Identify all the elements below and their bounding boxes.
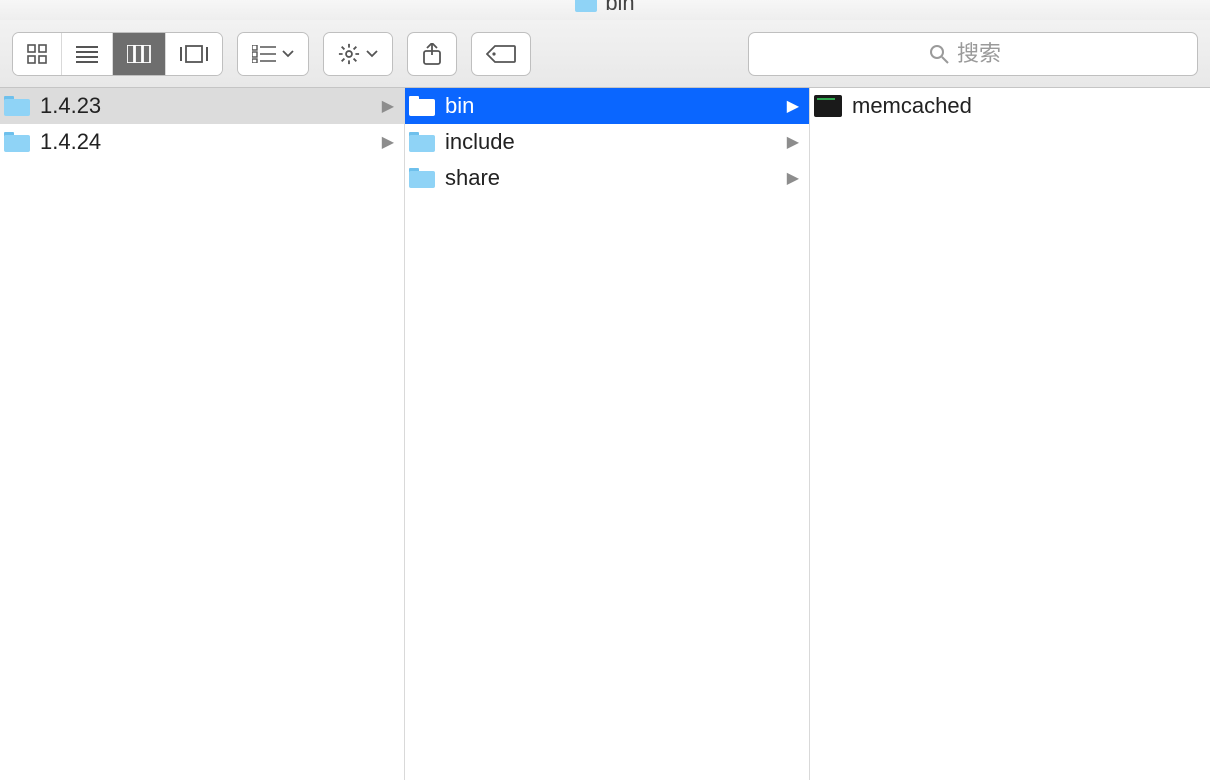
- column-0[interactable]: 1.4.23 ▶ 1.4.24 ▶: [0, 88, 405, 780]
- item-label: include: [445, 129, 777, 155]
- toolbar: [0, 20, 1210, 88]
- folder-icon: [4, 132, 30, 152]
- folder-row[interactable]: bin ▶: [405, 88, 809, 124]
- chevron-right-icon: ▶: [787, 132, 799, 152]
- item-label: 1.4.24: [40, 129, 372, 155]
- folder-row[interactable]: 1.4.24 ▶: [0, 124, 404, 160]
- chevron-right-icon: ▶: [787, 96, 799, 116]
- folder-icon: [409, 168, 435, 188]
- item-label: share: [445, 165, 777, 191]
- tags-button[interactable]: [471, 32, 531, 76]
- search-field[interactable]: [748, 32, 1198, 76]
- chevron-down-icon: [366, 50, 378, 58]
- grid-icon: [27, 44, 47, 64]
- icon-view-button[interactable]: [13, 33, 62, 75]
- item-label: bin: [445, 93, 777, 119]
- terminal-icon: [814, 95, 842, 117]
- coverflow-view-button[interactable]: [166, 33, 222, 75]
- item-label: memcached: [852, 93, 1200, 119]
- folder-row[interactable]: 1.4.23 ▶: [0, 88, 404, 124]
- list-icon: [76, 45, 98, 63]
- gear-icon: [338, 43, 360, 65]
- folder-icon: [575, 0, 597, 12]
- view-mode-group: [12, 32, 223, 76]
- column-view-button[interactable]: [113, 33, 166, 75]
- chevron-down-icon: [282, 50, 294, 58]
- folder-icon: [409, 132, 435, 152]
- tag-icon: [486, 44, 516, 64]
- action-button[interactable]: [324, 33, 392, 75]
- action-group: [323, 32, 393, 76]
- chevron-right-icon: ▶: [382, 132, 394, 152]
- share-button[interactable]: [407, 32, 457, 76]
- search-input[interactable]: [957, 41, 1017, 67]
- share-icon: [422, 43, 442, 65]
- column-1[interactable]: bin ▶ include ▶ share ▶: [405, 88, 810, 780]
- chevron-right-icon: ▶: [382, 96, 394, 116]
- file-row[interactable]: memcached: [810, 88, 1210, 124]
- list-view-button[interactable]: [62, 33, 113, 75]
- item-label: 1.4.23: [40, 93, 372, 119]
- arrange-button[interactable]: [238, 33, 308, 75]
- titlebar: bin: [0, 0, 1210, 20]
- arrange-group: [237, 32, 309, 76]
- window-title-text: bin: [605, 0, 634, 16]
- coverflow-icon: [180, 45, 208, 63]
- column-browser: 1.4.23 ▶ 1.4.24 ▶ bin ▶ incl: [0, 88, 1210, 780]
- chevron-right-icon: ▶: [787, 168, 799, 188]
- column-2[interactable]: memcached: [810, 88, 1210, 780]
- window-title: bin: [575, 0, 634, 16]
- folder-row[interactable]: include ▶: [405, 124, 809, 160]
- search-icon: [929, 44, 949, 64]
- folder-icon: [409, 96, 435, 116]
- folder-icon: [4, 96, 30, 116]
- columns-icon: [127, 45, 151, 63]
- folder-row[interactable]: share ▶: [405, 160, 809, 196]
- arrange-icon: [252, 45, 276, 63]
